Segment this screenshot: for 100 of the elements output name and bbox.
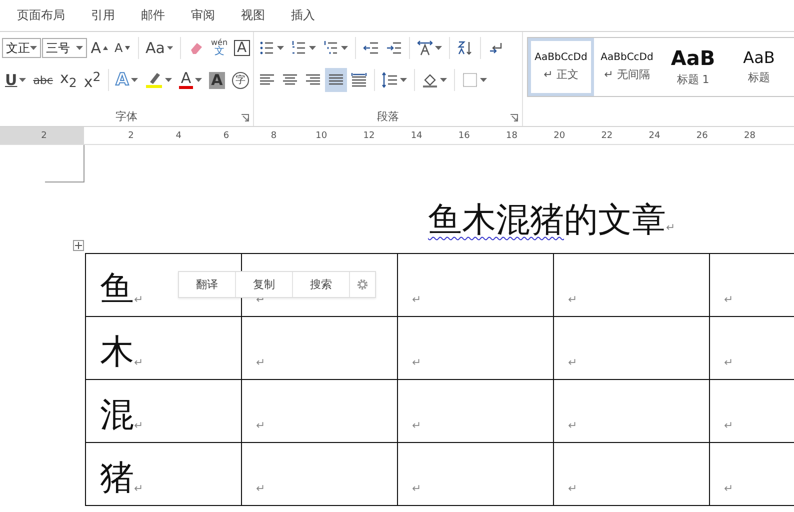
ruler-number: 28	[742, 130, 756, 140]
underline-button[interactable]: U	[2, 68, 30, 92]
dialog-launcher-icon[interactable]	[510, 114, 518, 122]
ribbon-tab[interactable]: 插入	[278, 1, 328, 30]
paragraph-mark: ↵	[256, 482, 266, 495]
ruler-number: 12	[362, 130, 376, 140]
sort-icon	[457, 40, 473, 56]
paragraph-mark: ↵	[134, 356, 144, 369]
caret-icon	[76, 46, 83, 50]
settings-icon	[356, 278, 369, 291]
paint-bucket-icon	[422, 72, 438, 88]
paragraph-mark: ↵	[412, 482, 422, 495]
justify-button[interactable]	[325, 68, 347, 92]
ruler-number: 6	[222, 130, 230, 140]
chinese-layout-icon	[417, 40, 433, 56]
caret-icon	[480, 78, 487, 82]
ribbon-tab[interactable]: 审阅	[178, 1, 228, 30]
paragraph-mark: ↵	[724, 356, 734, 369]
ruler-number: 14	[410, 130, 424, 140]
margin-corner-icon	[44, 145, 86, 185]
cell-text: 鱼	[100, 272, 134, 306]
style-item[interactable]: AaB 标题 1	[660, 38, 726, 96]
paragraph-mark: ↵	[412, 293, 422, 306]
style-item[interactable]: AaBbCcDd ↵ 无间隔	[594, 38, 660, 96]
ruler-number: 4	[174, 130, 182, 140]
ribbon-tab[interactable]: 引用	[78, 1, 128, 30]
grow-font-button[interactable]: A	[88, 36, 110, 60]
paragraph-mark: ↵	[412, 356, 422, 369]
phonetic-guide-button[interactable]: wén 文	[208, 36, 230, 60]
paragraph-mark: ↵	[256, 356, 266, 369]
caret-icon	[435, 46, 442, 50]
mini-toolbar-button[interactable]: 复制	[236, 272, 293, 297]
caret-icon	[130, 78, 138, 82]
borders-icon	[462, 72, 478, 88]
style-item[interactable]: AaB 标题	[726, 38, 792, 96]
cell-text: 混	[100, 398, 134, 432]
paragraph-mark: ↵	[724, 419, 734, 432]
font-name-field[interactable]: 文正	[2, 38, 41, 58]
ruler-number: 18	[505, 130, 518, 140]
mini-toolbar-button[interactable]: 搜索	[293, 272, 350, 297]
ruler-number: 2	[40, 130, 48, 140]
paragraph-mark: ↵	[724, 293, 734, 306]
ribbon-tab[interactable]: 视图	[228, 1, 278, 30]
paragraph-mark: ↵	[256, 419, 266, 432]
paragraph-mark: ↵	[568, 356, 578, 369]
strikethrough-button[interactable]: abc	[30, 68, 56, 92]
settings-button[interactable]	[350, 272, 375, 297]
numbering-icon	[291, 40, 307, 56]
ruler-number: 20	[552, 130, 566, 140]
paragraph-mark: ↵	[568, 419, 578, 432]
paragraph-mark: ↵	[724, 482, 734, 495]
decrease-indent-icon	[363, 40, 379, 56]
paragraph-mark: ↵	[134, 293, 144, 306]
paragraph-mark: ↵	[134, 419, 144, 432]
ruler-number: 10	[314, 130, 328, 140]
caret-icon	[164, 78, 172, 82]
down-caret-icon	[124, 46, 130, 50]
text-effects-button[interactable]: A	[112, 68, 141, 92]
caret-icon	[195, 78, 202, 82]
increase-indent-icon	[386, 40, 402, 56]
caret-icon	[400, 78, 407, 82]
font-format-button[interactable]: x$_{2}$	[56, 68, 80, 92]
font-format-button[interactable]: x$^{2}$	[80, 68, 104, 92]
caret-icon	[309, 46, 316, 50]
paragraph-mark: ↵	[568, 293, 578, 306]
ruler-number: 24	[648, 130, 662, 140]
character-border-button[interactable]: A	[231, 36, 253, 60]
paragraph-mark: ↵	[568, 482, 578, 495]
ruler-number: 26	[695, 130, 709, 140]
caret-icon	[30, 46, 37, 50]
dialog-launcher-icon[interactable]	[241, 114, 249, 122]
caret-icon	[277, 46, 284, 50]
caret-icon	[341, 46, 348, 50]
highlighter-icon	[144, 71, 163, 89]
caret-icon	[19, 78, 26, 82]
mini-toolbar-button[interactable]: 翻译	[179, 272, 236, 297]
font-color-button[interactable]: A	[176, 68, 206, 92]
ruler-number: 8	[270, 130, 278, 140]
paragraph-mark: ↵	[134, 482, 144, 495]
document-title: 鱼木混猪的文章↵	[428, 199, 676, 242]
line-spacing-icon	[382, 72, 398, 88]
ribbon-tab[interactable]: 页面布局	[4, 1, 78, 30]
font-format-button[interactable]: Aa	[142, 36, 176, 60]
cell-text: 猪	[100, 461, 134, 495]
multilevel-list-icon	[323, 40, 339, 56]
ruler-number: 22	[600, 130, 614, 140]
bullets-icon	[259, 40, 275, 56]
font-size-field[interactable]: 三号	[42, 38, 87, 58]
shrink-font-button[interactable]: A	[112, 36, 134, 60]
table-move-handle-icon[interactable]	[73, 240, 84, 251]
paragraph-mark-icon	[488, 40, 504, 56]
distributed-icon	[351, 72, 367, 88]
ruler-number: 16	[457, 130, 471, 140]
ribbon-tab[interactable]: 邮件	[128, 1, 178, 30]
up-caret-icon	[103, 46, 108, 50]
style-item[interactable]: AaBbCcDd ↵ 正文	[528, 38, 594, 96]
paragraph-mark: ↵	[412, 419, 422, 432]
group-label: 字体	[116, 108, 138, 124]
group-label: 段落	[377, 108, 399, 124]
ruler-number: 2	[127, 130, 135, 140]
